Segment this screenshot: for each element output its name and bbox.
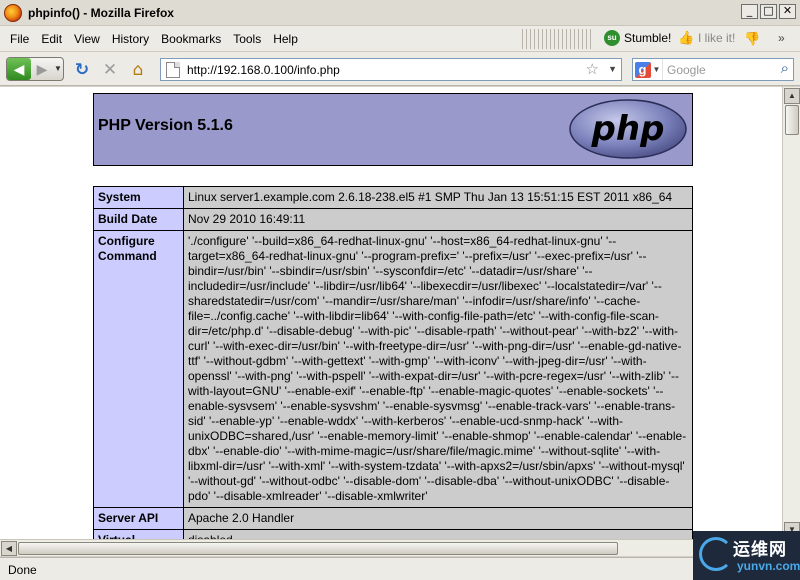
- php-header: PHP Version 5.1.6 php: [93, 93, 693, 166]
- menu-edit[interactable]: Edit: [35, 32, 68, 46]
- reload-icon[interactable]: ↻: [72, 60, 92, 80]
- row-value: './configure' '--build=x86_64-redhat-lin…: [183, 230, 693, 508]
- horizontal-scroll-thumb[interactable]: [18, 542, 618, 555]
- search-box: g ▼ ⌕: [632, 58, 794, 81]
- engine-dropdown-icon: ▼: [652, 65, 661, 74]
- url-bar[interactable]: http://192.168.0.100/info.php ☆ ▼: [160, 58, 622, 81]
- toolbar-overflow-icon[interactable]: »: [778, 31, 785, 45]
- forward-button[interactable]: ▶: [31, 58, 53, 80]
- thumbs-down-icon[interactable]: 👎: [744, 31, 760, 47]
- maximize-button[interactable]: □: [760, 4, 777, 19]
- url-text[interactable]: http://192.168.0.100/info.php: [187, 63, 340, 77]
- horizontal-scrollbar[interactable]: ◀: [0, 539, 782, 556]
- menu-file[interactable]: File: [4, 32, 35, 46]
- navigation-toolbar: ◀ ▶ ▼ ↻ ✕ ⌂ http://192.168.0.100/info.ph…: [0, 52, 800, 86]
- page-content: PHP Version 5.1.6 php System Linux serve…: [0, 87, 782, 539]
- history-dropdown-icon[interactable]: ▼: [53, 58, 63, 80]
- row-key: Server API: [93, 507, 184, 530]
- php-logo: php: [569, 99, 687, 159]
- watermark-ring-icon: [699, 537, 733, 571]
- status-text: Done: [8, 563, 37, 577]
- table-row: Configure Command './configure' '--build…: [93, 230, 693, 508]
- watermark-cn: 运维网: [733, 540, 787, 559]
- stumble-button[interactable]: su Stumble!: [604, 30, 671, 46]
- row-value: Apache 2.0 Handler: [183, 507, 693, 530]
- home-icon[interactable]: ⌂: [128, 60, 148, 80]
- table-row: Build Date Nov 29 2010 16:49:11: [93, 208, 693, 231]
- menu-view[interactable]: View: [68, 32, 106, 46]
- stop-icon[interactable]: ✕: [100, 60, 120, 80]
- php-logo-text: php: [591, 109, 665, 149]
- back-forward-group: ◀ ▶ ▼: [6, 57, 64, 81]
- row-key: Virtual: [93, 529, 184, 539]
- google-icon: g: [634, 61, 651, 78]
- window-title: phpinfo() - Mozilla Firefox: [28, 5, 174, 20]
- phpinfo-table: System Linux server1.example.com 2.6.18-…: [93, 186, 693, 539]
- thumbs-up-icon: 👍: [678, 30, 695, 45]
- row-key: System: [93, 186, 184, 209]
- row-key: Build Date: [93, 208, 184, 231]
- row-key: Configure Command: [93, 230, 184, 508]
- menu-bar: File Edit View History Bookmarks Tools H…: [0, 26, 800, 52]
- close-button[interactable]: ✕: [779, 4, 796, 19]
- search-engine-selector[interactable]: g ▼: [633, 59, 663, 80]
- like-label: I like it!: [698, 31, 736, 45]
- menu-tools[interactable]: Tools: [227, 32, 267, 46]
- search-icon[interactable]: ⌕: [781, 60, 789, 77]
- row-value: Nov 29 2010 16:49:11: [183, 208, 693, 231]
- table-row: Virtual disabled: [93, 529, 693, 539]
- menu-history[interactable]: History: [106, 32, 155, 46]
- url-dropdown-icon[interactable]: ▼: [608, 64, 617, 74]
- back-button[interactable]: ◀: [7, 58, 31, 80]
- scroll-left-icon[interactable]: ◀: [1, 541, 17, 556]
- search-input[interactable]: [667, 60, 773, 79]
- firefox-icon: [4, 3, 22, 22]
- status-bar: Done: [0, 557, 800, 580]
- menu-bookmarks[interactable]: Bookmarks: [155, 32, 227, 46]
- vertical-scroll-thumb[interactable]: [785, 105, 799, 135]
- vertical-scrollbar[interactable]: ▲ ▼: [782, 87, 800, 539]
- stumble-label: Stumble!: [624, 31, 672, 45]
- table-row: Server API Apache 2.0 Handler: [93, 507, 693, 530]
- window-controls: _ □ ✕: [741, 4, 796, 19]
- scroll-up-icon[interactable]: ▲: [784, 88, 800, 104]
- menu-help[interactable]: Help: [267, 32, 304, 46]
- row-value: disabled: [183, 529, 693, 539]
- row-value: Linux server1.example.com 2.6.18-238.el5…: [183, 186, 693, 209]
- toolbar-grip[interactable]: [522, 29, 592, 49]
- watermark-en: yunvn.com: [737, 559, 800, 573]
- table-row: System Linux server1.example.com 2.6.18-…: [93, 186, 693, 209]
- like-button[interactable]: 👍 I like it!: [678, 30, 735, 46]
- page-favicon-icon: [166, 61, 180, 78]
- php-version-title: PHP Version 5.1.6: [98, 117, 233, 134]
- title-bar: phpinfo() - Mozilla Firefox _ □ ✕: [0, 0, 800, 26]
- minimize-button[interactable]: _: [741, 4, 758, 19]
- watermark-logo: 运维网 yunvn.com: [693, 531, 800, 580]
- stumbleupon-icon: su: [604, 30, 620, 46]
- bookmark-star-icon[interactable]: ☆: [586, 60, 599, 78]
